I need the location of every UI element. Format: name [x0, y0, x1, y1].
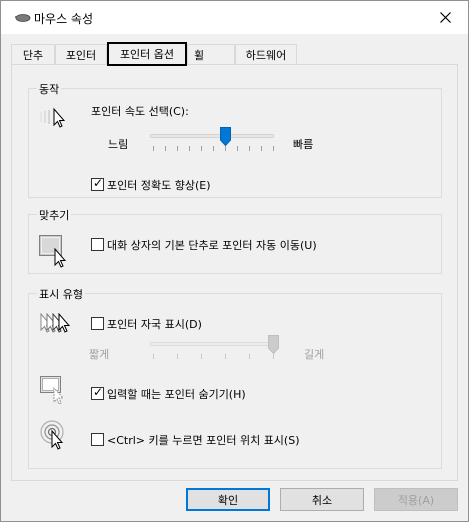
- tab-buttons[interactable]: 단추: [11, 44, 55, 65]
- close-icon: [439, 12, 451, 23]
- close-button[interactable]: [422, 1, 468, 34]
- tab-wheel[interactable]: 휠: [187, 44, 235, 65]
- hide-pointer-checkbox[interactable]: ✓: [91, 385, 104, 400]
- speed-slider-ticks: [153, 146, 274, 151]
- precision-checkbox[interactable]: ✓: [91, 176, 104, 191]
- ctrl-locate-label: <Ctrl> 키를 누르면 포인터 위치 표시(S): [107, 434, 300, 447]
- check-icon: ✓: [93, 176, 104, 190]
- window-title: 마우스 속성: [34, 12, 94, 26]
- fast-label: 빠름: [293, 138, 314, 151]
- cancel-label: 취소: [311, 493, 333, 507]
- trails-slider-track[interactable]: [150, 342, 274, 346]
- check-icon: ✓: [93, 385, 104, 399]
- long-label: 길게: [304, 348, 325, 361]
- ok-button[interactable]: 확인: [186, 488, 270, 511]
- snap-label: 대화 상자의 기본 단추로 포인터 자동 이동(U): [107, 239, 317, 252]
- tab-pointers[interactable]: 포인터: [55, 44, 107, 65]
- snap-checkbox[interactable]: [91, 238, 104, 251]
- tab-label: 휠: [194, 49, 205, 62]
- title-bar: 마우스 속성: [1, 1, 468, 34]
- ctrl-locate-icon: [40, 420, 64, 450]
- ok-label: 확인: [217, 493, 239, 507]
- trails-slider-ticks: [153, 354, 274, 359]
- trails-checkbox[interactable]: [91, 317, 104, 330]
- apply-label: 적용(A): [397, 493, 435, 507]
- hide-pointer-icon: [40, 376, 65, 405]
- tab-label: 단추: [22, 49, 44, 62]
- tab-label: 포인터 옵션: [119, 48, 175, 61]
- tab-label: 하드웨어: [245, 49, 287, 62]
- motion-legend: 동작: [37, 81, 62, 97]
- mouse-icon: [15, 14, 31, 22]
- trails-slider-thumb[interactable]: [267, 335, 279, 354]
- pointer-trails-icon: [40, 313, 71, 333]
- short-label: 짧게: [89, 348, 110, 361]
- speed-slider-track[interactable]: [150, 134, 274, 138]
- speed-label: 포인터 속도 선택(C):: [91, 105, 189, 118]
- precision-label: 포인터 정확도 향상(E): [107, 179, 211, 192]
- cancel-button[interactable]: 취소: [280, 488, 364, 511]
- pointer-speed-icon: [40, 107, 66, 128]
- slow-label: 느림: [108, 138, 129, 151]
- tab-pointer-options[interactable]: 포인터 옵션: [107, 42, 187, 66]
- tab-label: 포인터: [65, 49, 97, 62]
- mouse-properties-dialog: 마우스 속성 단추 포인터 포인터 옵션 휠 하드웨어 동작 포인터 속도 선택…: [0, 0, 469, 522]
- trails-label: 포인터 자국 표시(D): [107, 318, 202, 331]
- tab-panel: 동작 포인터 속도 선택(C): 느림 빠름 ✓ 포인터 정확도 향상(E) 맞…: [11, 64, 458, 481]
- ctrl-locate-checkbox[interactable]: [91, 433, 104, 446]
- tab-hardware[interactable]: 하드웨어: [235, 44, 297, 65]
- hide-pointer-label: 입력할 때는 포인터 숨기기(H): [107, 388, 246, 401]
- speed-slider-thumb[interactable]: [219, 127, 231, 146]
- visibility-legend: 표시 유형: [37, 286, 85, 302]
- snap-to-button-icon: [39, 235, 67, 268]
- apply-button[interactable]: 적용(A): [374, 488, 458, 511]
- snap-legend: 맞추기: [37, 207, 72, 223]
